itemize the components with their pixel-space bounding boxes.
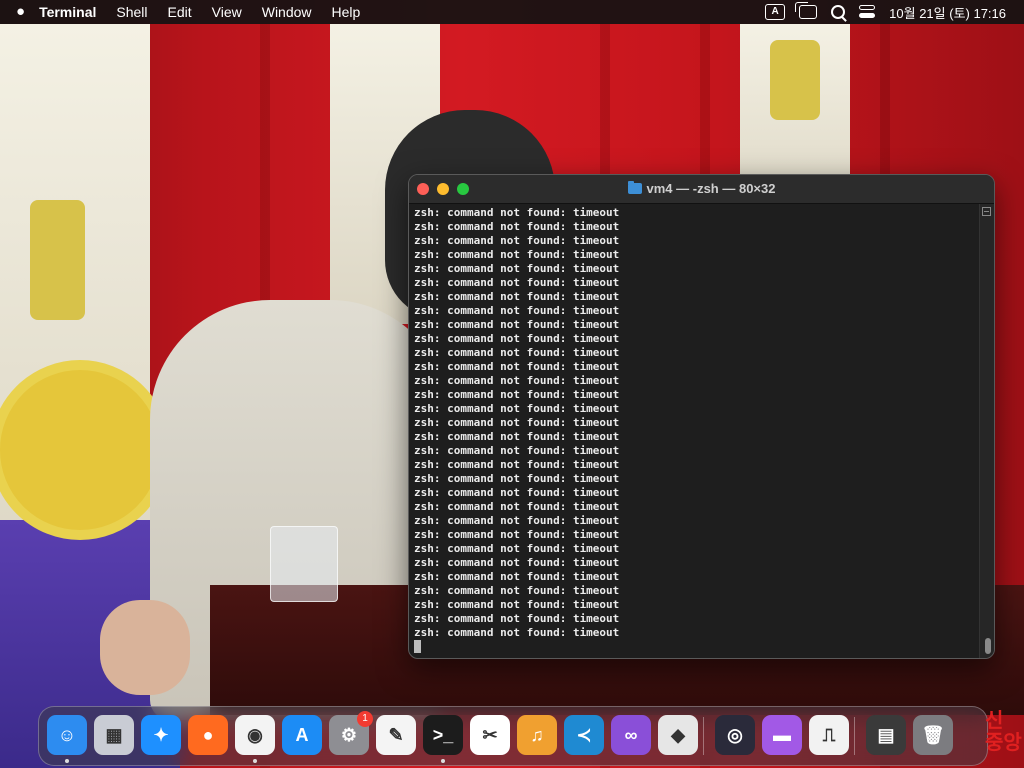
trash-dock-icon[interactable]: 🗑 [913,715,953,755]
flag-tassel [30,200,85,320]
dock: ☺ ▦ ✦ ● ◉ A ⚙ 1 ✎ >_ ✂ ♫ ≺ ∞ ◆ ◎ ▬ ⎍ ▤ 🗑 [38,706,988,766]
folder-icon [627,181,642,194]
terminal-line: zsh: command not found: timeout [414,542,620,555]
terminal-line: zsh: command not found: timeout [414,598,620,611]
menu-view[interactable]: View [202,0,252,24]
terminal-line: zsh: command not found: timeout [414,346,620,359]
wallpaper-text-fragment: 신 중앙 [985,710,1022,754]
terminal-window[interactable]: vm4 — -zsh — 80×32 zsh: command not foun… [408,174,995,659]
terminal-line: zsh: command not found: timeout [414,458,620,471]
terminal-line: zsh: command not found: timeout [414,430,620,443]
running-indicator [65,759,69,763]
vs-code-dock-icon[interactable]: ≺ [564,715,604,755]
zoom-button[interactable] [457,183,469,195]
terminal-scrollbar[interactable] [979,204,994,658]
finder-dock-icon[interactable]: ☺ [47,715,87,755]
terminal-line: zsh: command not found: timeout [414,304,620,317]
terminal-line: zsh: command not found: timeout [414,500,620,513]
terminal-line: zsh: command not found: timeout [414,486,620,499]
terminal-line: zsh: command not found: timeout [414,612,620,625]
terminal-line: zsh: command not found: timeout [414,262,620,275]
running-indicator [441,759,445,763]
terminal-dock-icon[interactable]: >_ [423,715,463,755]
terminal-line: zsh: command not found: timeout [414,290,620,303]
scroll-marker-icon[interactable] [982,207,991,216]
minimize-button[interactable] [437,183,449,195]
terminal-line: zsh: command not found: timeout [414,444,620,457]
terminal-line: zsh: command not found: timeout [414,220,620,233]
terminal-line: zsh: command not found: timeout [414,374,620,387]
menu-window[interactable]: Window [252,0,322,24]
input-source-icon[interactable]: A [765,4,786,20]
visual-studio-dock-icon[interactable]: ∞ [611,715,651,755]
storage-dock-icon[interactable]: ▬ [762,715,802,755]
terminal-line: zsh: command not found: timeout [414,332,620,345]
notification-badge: 1 [357,711,373,727]
running-indicator [253,759,257,763]
stage-manager-icon[interactable] [795,2,818,19]
terminal-line: zsh: command not found: timeout [414,206,620,219]
terminal-line: zsh: command not found: timeout [414,388,620,401]
status-area: A 10월 21일 (토) 17:16 [765,2,1024,22]
person-hand [100,600,190,695]
dock-separator [854,717,855,755]
flag-tassel [770,40,820,120]
obs-dock-icon[interactable]: ◎ [715,715,755,755]
terminal-line: zsh: command not found: timeout [414,570,620,583]
roblox-dock-icon[interactable]: ◆ [658,715,698,755]
water-glass [270,526,338,602]
menubar-clock[interactable]: 10월 21일 (토) 17:16 [889,3,1006,22]
terminal-line: zsh: command not found: timeout [414,626,620,639]
textedit-dock-icon[interactable]: ✎ [376,715,416,755]
terminal-line: zsh: command not found: timeout [414,360,620,373]
launchpad-dock-icon[interactable]: ▦ [94,715,134,755]
garageband-dock-icon[interactable]: ♫ [517,715,557,755]
terminal-line: zsh: command not found: timeout [414,276,620,289]
capcut-dock-icon[interactable]: ✂ [470,715,510,755]
terminal-line: zsh: command not found: timeout [414,514,620,527]
terminal-line: zsh: command not found: timeout [414,402,620,415]
spotlight-search-icon[interactable] [831,5,846,19]
menu-shell[interactable]: Shell [106,0,157,24]
terminal-line: zsh: command not found: timeout [414,248,620,261]
menu-help[interactable]: Help [322,0,371,24]
close-button[interactable] [417,183,429,195]
terminal-line: zsh: command not found: timeout [414,556,620,569]
terminal-line: zsh: command not found: timeout [414,472,620,485]
text-cursor [414,640,421,653]
app-menu[interactable]: Terminal [33,0,106,24]
app-store-dock-icon[interactable]: A [282,715,322,755]
terminal-title-text: vm4 — -zsh — 80×32 [646,181,776,196]
control-center-icon[interactable] [859,5,876,19]
apple-menu-icon[interactable]: ● [0,0,33,24]
system-settings-dock-icon[interactable]: ⚙ 1 [329,711,373,755]
downloads-dock-icon[interactable]: ▤ [866,715,906,755]
system-info-dock-icon[interactable]: ⎍ [809,715,849,755]
terminal-title: vm4 — -zsh — 80×32 [409,175,994,203]
menu-bar: ● Terminal Shell Edit View Window Help A… [0,0,1024,24]
terminal-line: zsh: command not found: timeout [414,234,620,247]
terminal-line: zsh: command not found: timeout [414,584,620,597]
terminal-titlebar[interactable]: vm4 — -zsh — 80×32 [409,175,994,204]
scroll-thumb[interactable] [985,638,991,654]
terminal-line: zsh: command not found: timeout [414,528,620,541]
terminal-line: zsh: command not found: timeout [414,416,620,429]
safari-dock-icon[interactable]: ✦ [141,715,181,755]
chrome-dock-icon[interactable]: ◉ [235,715,275,755]
terminal-prompt-line[interactable] [414,640,975,655]
menu-edit[interactable]: Edit [158,0,202,24]
dock-separator [703,717,704,755]
firefox-dock-icon[interactable]: ● [188,715,228,755]
terminal-line: zsh: command not found: timeout [414,318,620,331]
terminal-output[interactable]: zsh: command not found: timeout zsh: comm… [409,204,980,658]
